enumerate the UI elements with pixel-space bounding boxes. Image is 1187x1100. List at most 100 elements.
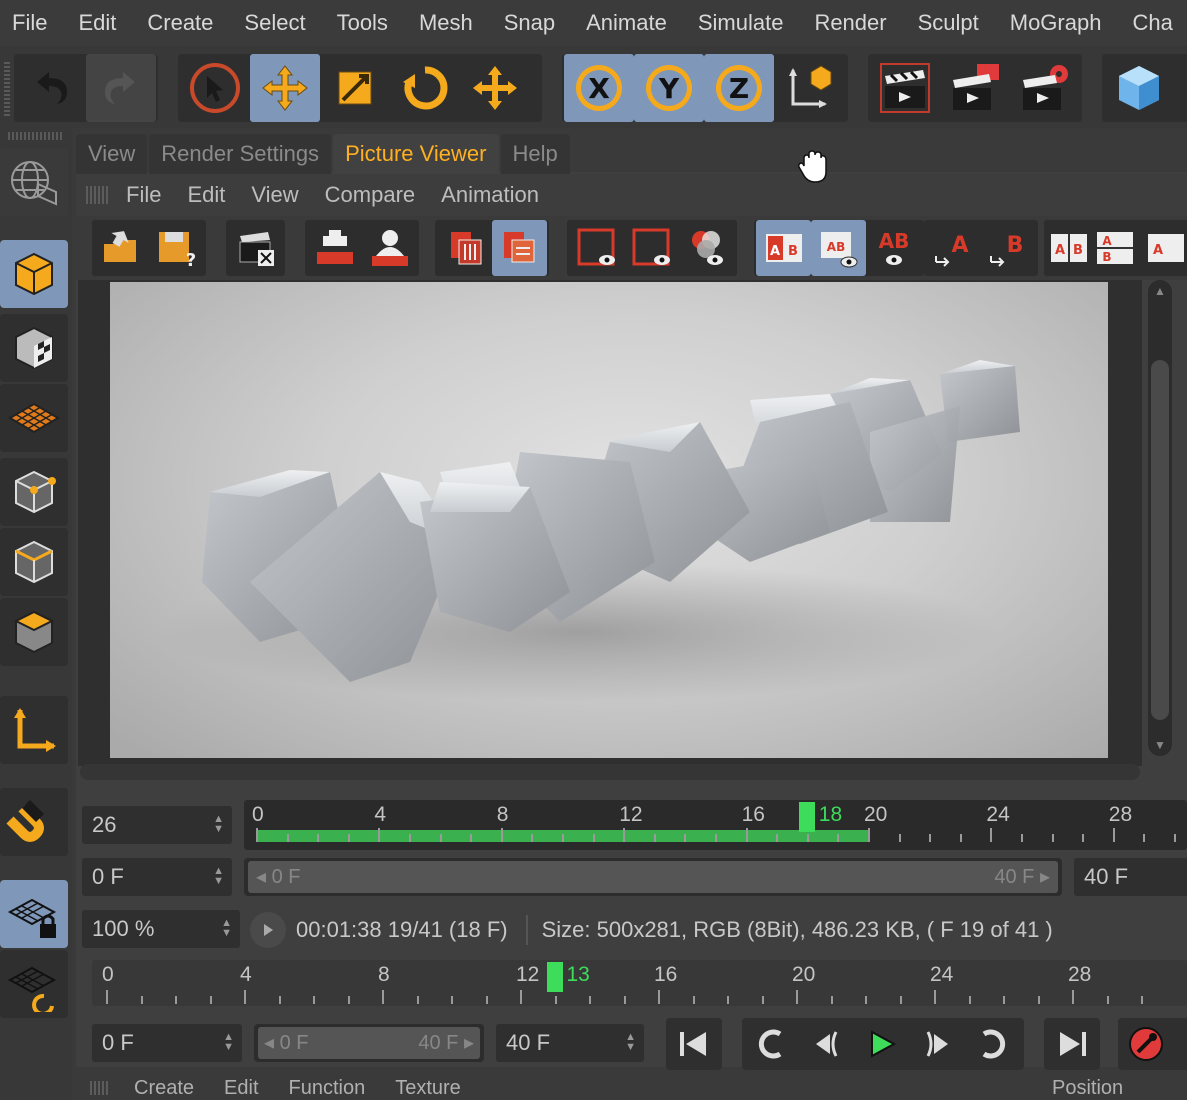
texture-mode-button[interactable]	[0, 314, 68, 382]
timeline2-end-field[interactable]: 40 F ▲ ▼	[496, 1024, 644, 1062]
locked-workplane-button[interactable]	[0, 880, 68, 948]
render-to-picture-viewer-button[interactable]	[940, 54, 1010, 122]
menu-edit[interactable]: Edit	[66, 10, 116, 36]
snapping-button[interactable]	[0, 788, 68, 856]
go-to-end-button[interactable]	[1044, 1018, 1100, 1070]
split-vertical-button[interactable]: AB	[1092, 220, 1138, 276]
split-text-button[interactable]: A	[1139, 220, 1185, 276]
set-as-b-button[interactable]: B	[981, 220, 1036, 276]
menubar-grip[interactable]	[86, 186, 108, 204]
menu-simulate[interactable]: Simulate	[686, 10, 784, 36]
zoom-stepper-icon[interactable]: ▲ ▼	[221, 918, 232, 939]
planar-workplane-button[interactable]	[0, 950, 68, 1018]
menu-sculpt[interactable]: Sculpt	[906, 10, 979, 36]
delete-image-button[interactable]	[437, 220, 492, 276]
add-layer-button[interactable]	[307, 220, 362, 276]
go-to-next-key-button[interactable]	[966, 1018, 1022, 1070]
split-horizontal-button[interactable]: AB	[1046, 220, 1092, 276]
preview-play-button[interactable]	[250, 912, 286, 948]
menu-mesh[interactable]: Mesh	[407, 10, 473, 36]
main-timeline[interactable]	[92, 960, 1187, 1006]
show-image-b-button[interactable]	[624, 220, 679, 276]
menu-animate[interactable]: Animate	[574, 10, 667, 36]
redo-button[interactable]	[86, 54, 156, 122]
model-mode-button[interactable]	[0, 240, 68, 308]
go-to-previous-key-button[interactable]	[742, 1018, 798, 1070]
timeline1-range-slider[interactable]: ◂ 0 F 40 F ▸	[244, 858, 1062, 896]
frame-rate-field[interactable]: 26 ▲ ▼	[82, 806, 232, 844]
play-forward-button[interactable]	[854, 1018, 910, 1070]
z-axis-button[interactable]: Z	[704, 54, 774, 122]
zoom-field[interactable]: 100 % ▲ ▼	[82, 910, 240, 948]
panel-grip[interactable]	[90, 1081, 110, 1095]
layer-user-button[interactable]	[362, 220, 417, 276]
points-mode-button[interactable]	[0, 458, 68, 526]
tab-picture-viewer[interactable]: Picture Viewer	[333, 134, 499, 174]
pv-menu-file[interactable]: File	[126, 182, 161, 208]
frame-rate-stepper-icon[interactable]: ▲ ▼	[213, 814, 224, 835]
menu-file[interactable]: File	[0, 10, 47, 36]
previous-frame-button[interactable]	[798, 1018, 854, 1070]
material-menu-edit[interactable]: Edit	[224, 1077, 258, 1100]
menu-create[interactable]: Create	[135, 10, 213, 36]
viewport-vertical-scrollbar[interactable]: ▲ ▼	[1148, 280, 1172, 756]
menu-render[interactable]: Render	[802, 10, 886, 36]
menu-tools[interactable]: Tools	[325, 10, 388, 36]
edges-mode-button[interactable]	[0, 528, 68, 596]
menu-character[interactable]: Cha	[1120, 10, 1172, 36]
pv-menu-view[interactable]: View	[251, 182, 298, 208]
timeline2-end-stepper-icon[interactable]: ▲ ▼	[625, 1032, 636, 1053]
set-as-a-button[interactable]: A	[926, 220, 981, 276]
menu-mograph[interactable]: MoGraph	[998, 10, 1102, 36]
x-axis-button[interactable]: X	[564, 54, 634, 122]
pv-menu-animation[interactable]: Animation	[441, 182, 539, 208]
scroll-down-arrow-icon[interactable]: ▼	[1154, 738, 1166, 752]
pv-menu-compare[interactable]: Compare	[325, 182, 415, 208]
timeline1-range-bar[interactable]	[248, 861, 1058, 893]
timeline2-start-field[interactable]: 0 F ▲ ▼	[92, 1024, 242, 1062]
toolbar-grip[interactable]	[4, 60, 10, 116]
axis-mode-button[interactable]	[0, 696, 68, 764]
next-frame-button[interactable]	[910, 1018, 966, 1070]
history-button[interactable]	[492, 220, 547, 276]
timeline-playhead[interactable]	[546, 962, 563, 992]
recent-tool-button[interactable]	[460, 54, 530, 122]
timeline2-range-slider[interactable]: ◂ 0 F 40 F ▸	[254, 1024, 484, 1062]
pv-menu-edit[interactable]: Edit	[187, 182, 225, 208]
undo-button[interactable]	[16, 54, 86, 122]
tab-render-settings[interactable]: Render Settings	[149, 134, 332, 174]
palette-grip[interactable]	[8, 132, 62, 140]
go-to-start-button[interactable]	[666, 1018, 722, 1070]
vertical-scroll-thumb[interactable]	[1151, 360, 1169, 720]
y-axis-button[interactable]: Y	[634, 54, 704, 122]
scroll-up-arrow-icon[interactable]: ▲	[1154, 284, 1166, 298]
save-image-button[interactable]: ?	[149, 220, 204, 276]
record-keys-button[interactable]	[1118, 1018, 1174, 1070]
timeline1-start-stepper-icon[interactable]: ▲ ▼	[213, 866, 224, 887]
material-menu-texture[interactable]: Texture	[395, 1077, 461, 1100]
timeline2-start-stepper-icon[interactable]: ▲ ▼	[223, 1032, 234, 1053]
ab-compare-button[interactable]: AB	[756, 220, 811, 276]
timeline1-end-field[interactable]: 40 F	[1074, 858, 1187, 896]
viewport-horizontal-scrollbar[interactable]	[80, 764, 1140, 780]
move-tool-button[interactable]	[250, 54, 320, 122]
viewport-solo-button[interactable]	[0, 148, 68, 216]
show-image-a-button[interactable]	[569, 220, 624, 276]
channels-button[interactable]	[679, 220, 734, 276]
workplane-mode-button[interactable]	[0, 384, 68, 452]
live-selection-button[interactable]	[180, 54, 250, 122]
polygons-mode-button[interactable]	[0, 598, 68, 666]
menu-snap[interactable]: Snap	[492, 10, 555, 36]
ab-eye-button[interactable]: AB	[811, 220, 866, 276]
menu-select[interactable]: Select	[232, 10, 305, 36]
cube-object-button[interactable]	[1104, 54, 1174, 122]
edit-render-settings-button[interactable]	[1010, 54, 1080, 122]
timeline-playhead[interactable]	[798, 802, 815, 832]
tab-help[interactable]: Help	[500, 134, 570, 174]
scale-tool-button[interactable]	[320, 54, 390, 122]
tab-view[interactable]: View	[76, 134, 148, 174]
material-menu-create[interactable]: Create	[134, 1077, 194, 1100]
ab-difference-button[interactable]: AB	[866, 220, 921, 276]
material-menu-function[interactable]: Function	[289, 1077, 366, 1100]
coordinate-system-button[interactable]	[774, 54, 844, 122]
